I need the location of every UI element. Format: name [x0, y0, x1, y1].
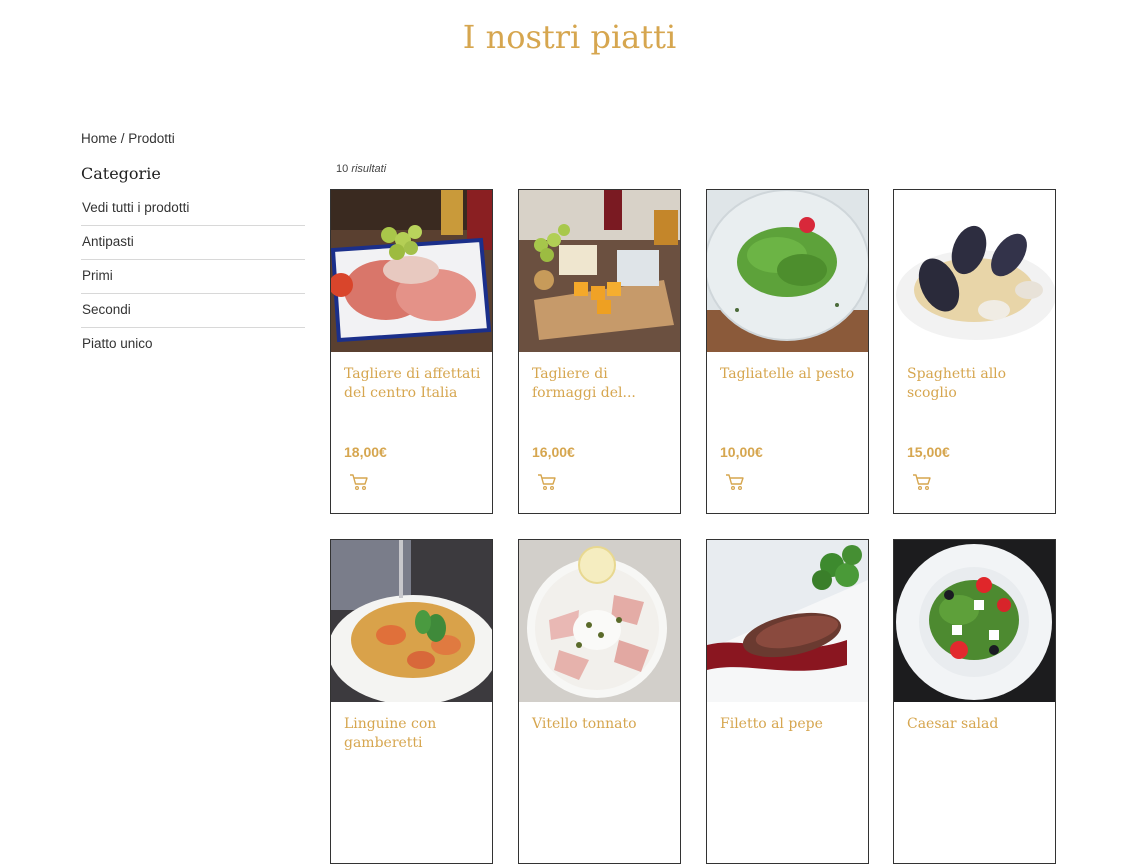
product-name[interactable]: Tagliatelle al pesto [720, 365, 860, 384]
product-card[interactable]: Caesar salad [893, 539, 1056, 864]
page-title: I nostri piatti [462, 18, 677, 56]
product-image-formaggi[interactable] [519, 190, 680, 352]
cart-icon[interactable] [725, 473, 745, 491]
results-label: risultati [351, 163, 387, 175]
product-image-vitello[interactable] [519, 540, 680, 702]
breadcrumb: Home / Prodotti [81, 131, 175, 146]
product-price: 18,00€ [344, 444, 387, 460]
sidebar-item-all-products[interactable]: Vedi tutti i prodotti [81, 192, 305, 226]
product-name[interactable]: Filetto al pepe [720, 715, 860, 734]
sidebar-heading: Categorie [81, 164, 161, 183]
category-sidebar: Categorie Vedi tutti i prodotti Antipast… [81, 164, 305, 361]
breadcrumb-home-link[interactable]: Home [81, 131, 117, 146]
product-name[interactable]: Caesar salad [907, 715, 1047, 734]
product-name[interactable]: Spaghetti allo scoglio [907, 365, 1047, 403]
product-image-filetto[interactable] [707, 540, 868, 702]
cart-icon[interactable] [349, 473, 369, 491]
breadcrumb-current: Prodotti [128, 131, 175, 146]
results-number: 10 [336, 163, 349, 175]
breadcrumb-separator: / [117, 131, 129, 146]
product-image-tagliatelle[interactable] [707, 190, 868, 352]
product-price: 16,00€ [532, 444, 575, 460]
product-card[interactable]: Filetto al pepe [706, 539, 869, 864]
results-count: 10 risultati [336, 163, 386, 175]
product-image-caesar[interactable] [894, 540, 1055, 702]
product-card[interactable]: Tagliere di affettati del centro Italia … [330, 189, 493, 514]
cart-icon[interactable] [537, 473, 557, 491]
sidebar-item-piatto-unico[interactable]: Piatto unico [81, 328, 305, 361]
product-price: 10,00€ [720, 444, 763, 460]
product-card[interactable]: Vitello tonnato [518, 539, 681, 864]
sidebar-item-primi[interactable]: Primi [81, 260, 305, 294]
product-price: 15,00€ [907, 444, 950, 460]
product-image-affettati[interactable] [331, 190, 492, 352]
product-card[interactable]: Tagliatelle al pesto 10,00€ [706, 189, 869, 514]
product-name[interactable]: Linguine con gamberetti [344, 715, 484, 753]
product-card[interactable]: Spaghetti allo scoglio 15,00€ [893, 189, 1056, 514]
product-name[interactable]: Vitello tonnato [532, 715, 672, 734]
product-image-scoglio[interactable] [894, 190, 1055, 352]
product-card[interactable]: Tagliere di formaggi del... 16,00€ [518, 189, 681, 514]
product-image-linguine[interactable] [331, 540, 492, 702]
sidebar-item-antipasti[interactable]: Antipasti [81, 226, 305, 260]
cart-icon[interactable] [912, 473, 932, 491]
sidebar-item-secondi[interactable]: Secondi [81, 294, 305, 328]
product-card[interactable]: Linguine con gamberetti [330, 539, 493, 864]
product-name[interactable]: Tagliere di formaggi del... [532, 365, 672, 403]
product-name[interactable]: Tagliere di affettati del centro Italia [344, 365, 484, 403]
